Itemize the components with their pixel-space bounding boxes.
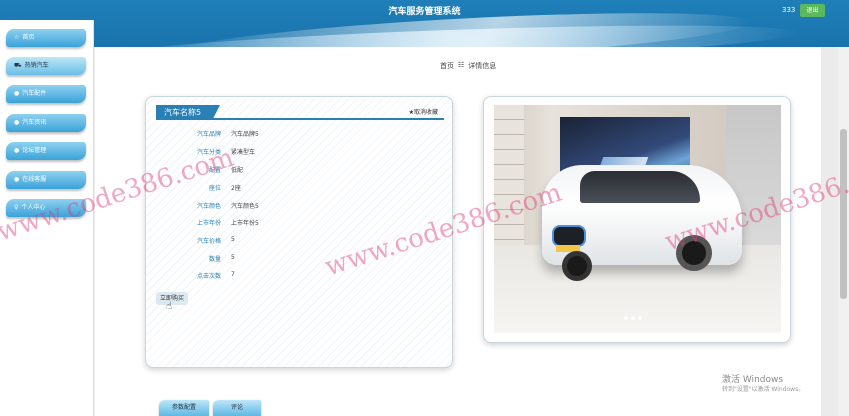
field-row: 汽车品牌 汽车品牌5 bbox=[146, 129, 454, 141]
app-title: 汽车服务管理系统 bbox=[388, 7, 461, 17]
field-label: 汽车价格 bbox=[196, 238, 221, 245]
breadcrumb-separator-icon: ☷ bbox=[458, 61, 465, 69]
field-label: 汽车分类 bbox=[196, 149, 221, 156]
field-label: 汽车颜色 bbox=[196, 203, 221, 210]
field-label: 上市年份 bbox=[196, 220, 221, 227]
detail-card: 汽车名称5 ★取消收藏 汽车品牌 汽车品牌5 汽车分类 紧凑型车 配置 低配 座… bbox=[145, 96, 453, 368]
star-icon: ☆ bbox=[14, 34, 20, 41]
car-wheel bbox=[562, 251, 592, 281]
car-name-title: 汽车名称5 bbox=[156, 105, 220, 120]
dot-icon: ● bbox=[14, 176, 20, 183]
tab-parameters[interactable]: 参数配置 bbox=[159, 400, 209, 416]
scrollbar[interactable] bbox=[838, 47, 849, 416]
sidebar-item-car-parts[interactable]: ● 汽车配件 bbox=[6, 85, 86, 103]
field-label: 汽车品牌 bbox=[196, 131, 221, 138]
dot-icon: ● bbox=[14, 119, 20, 126]
breadcrumb-current: 详情信息 bbox=[468, 62, 497, 70]
field-value: 低配 bbox=[231, 167, 244, 174]
user-icon: ♀ bbox=[14, 204, 19, 211]
breadcrumb: 首页 ☷ 详情信息 bbox=[440, 61, 496, 71]
photo-panel bbox=[494, 105, 524, 245]
sidebar-item-label: 汽车资讯 bbox=[22, 119, 47, 126]
sidebar-item-label: 汽车配件 bbox=[22, 90, 47, 97]
car-wheel bbox=[676, 235, 712, 271]
carousel-dots[interactable] bbox=[624, 316, 642, 320]
image-card bbox=[483, 96, 791, 343]
hand-cursor-icon: ☝ bbox=[166, 301, 173, 312]
sidebar-item-profile[interactable]: ♀ 个人中心 bbox=[6, 199, 86, 217]
field-value: 5 bbox=[231, 236, 235, 243]
sidebar-item-support[interactable]: ● 在线客服 bbox=[6, 171, 86, 189]
dot-icon: ● bbox=[14, 147, 20, 154]
unfavorite-button[interactable]: ★取消收藏 bbox=[409, 107, 438, 116]
dot-icon: ● bbox=[14, 90, 20, 97]
field-row: 座位 2座 bbox=[146, 183, 454, 195]
app-header: 汽车服务管理系统 333 退出 bbox=[0, 0, 849, 47]
tab-comments[interactable]: 评论 bbox=[213, 400, 261, 416]
carousel-dot[interactable] bbox=[638, 316, 642, 320]
logout-button[interactable]: 退出 bbox=[800, 4, 825, 17]
field-value: 2座 bbox=[231, 185, 241, 192]
field-row: 数量 5 bbox=[146, 254, 454, 266]
field-label: 点击次数 bbox=[196, 273, 221, 280]
username-label: 333 bbox=[782, 6, 796, 14]
car-grille bbox=[552, 225, 586, 247]
field-value: 汽车颜色5 bbox=[231, 203, 259, 210]
field-row: 汽车颜色 汽车颜色5 bbox=[146, 201, 454, 213]
os-activation-subtitle: 转到"设置"以激活 Windows。 bbox=[722, 386, 805, 393]
sidebar-item-hot-cars[interactable]: ⛟ 热销汽车 bbox=[6, 57, 86, 75]
car-icon: ⛟ bbox=[14, 62, 22, 69]
sidebar: ☆ 首页 ⛟ 热销汽车 ● 汽车配件 ● 汽车资讯 ● 论坛管理 ● 在线客服 … bbox=[0, 20, 94, 416]
card-title-bar: 汽车名称5 ★取消收藏 bbox=[156, 105, 444, 120]
field-value: 7 bbox=[231, 271, 235, 278]
field-row: 点击次数 7 bbox=[146, 271, 454, 283]
scrollbar-thumb[interactable] bbox=[840, 129, 847, 299]
car-photo[interactable] bbox=[494, 105, 781, 333]
sidebar-item-label: 热销汽车 bbox=[24, 62, 49, 69]
sidebar-item-label: 个人中心 bbox=[21, 204, 46, 211]
field-label: 数量 bbox=[208, 256, 221, 263]
field-value: 上市年份5 bbox=[231, 220, 259, 227]
field-label: 座位 bbox=[208, 185, 221, 192]
field-row: 汽车价格 5 bbox=[146, 236, 454, 248]
field-value: 紧凑型车 bbox=[231, 149, 256, 156]
carousel-dot[interactable] bbox=[624, 316, 628, 320]
field-value: 汽车品牌5 bbox=[231, 131, 259, 138]
carousel-dot[interactable] bbox=[631, 316, 635, 320]
sidebar-item-home[interactable]: ☆ 首页 bbox=[6, 29, 86, 47]
sidebar-item-label: 在线客服 bbox=[22, 176, 47, 183]
breadcrumb-home[interactable]: 首页 bbox=[440, 61, 454, 71]
field-row: 配置 低配 bbox=[146, 165, 454, 177]
sidebar-item-car-news[interactable]: ● 汽车资讯 bbox=[6, 114, 86, 132]
field-row: 汽车分类 紧凑型车 bbox=[146, 147, 454, 159]
field-value: 5 bbox=[231, 254, 235, 261]
sidebar-item-label: 论坛管理 bbox=[22, 147, 47, 154]
sidebar-item-forum[interactable]: ● 论坛管理 bbox=[6, 142, 86, 160]
field-row: 上市年份 上市年份5 bbox=[146, 218, 454, 230]
car-windshield bbox=[580, 171, 700, 203]
sidebar-item-label: 首页 bbox=[22, 34, 35, 41]
field-label: 配置 bbox=[208, 167, 221, 174]
